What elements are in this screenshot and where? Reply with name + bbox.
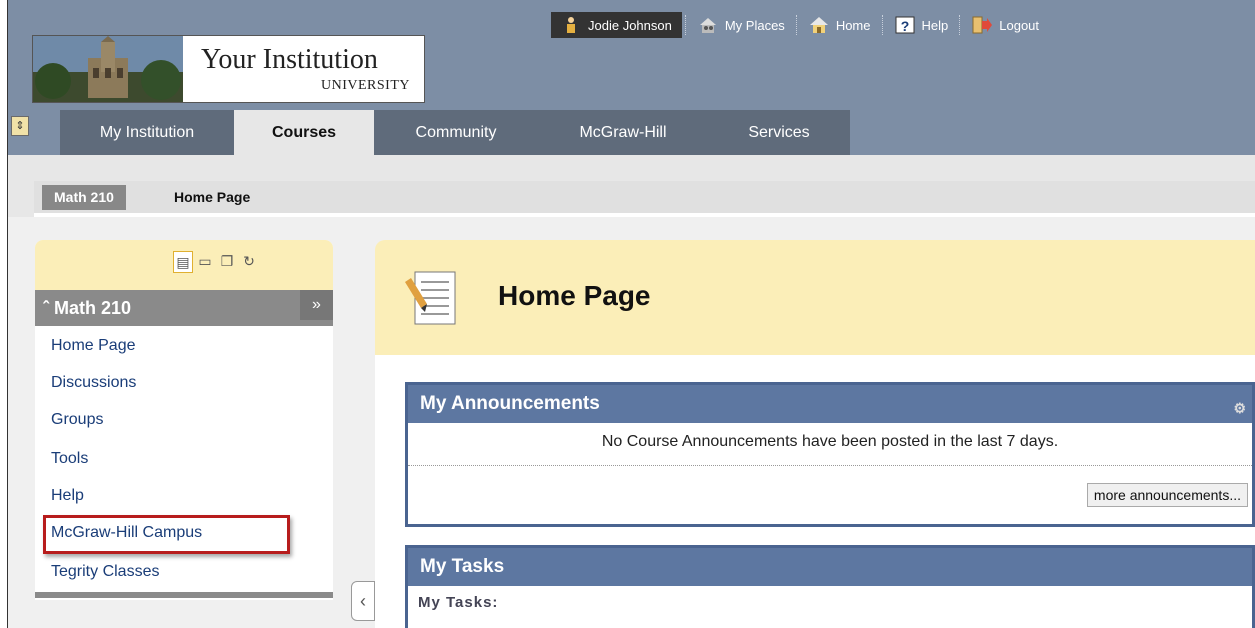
- home-link[interactable]: Home: [801, 12, 879, 38]
- user-menu[interactable]: Jodie Johnson: [551, 12, 682, 38]
- gear-icon[interactable]: ⚙: [1233, 389, 1246, 427]
- highlight-box: [43, 515, 290, 554]
- more-announcements-button[interactable]: more announcements...: [1086, 483, 1248, 507]
- breadcrumb-page: Home Page: [174, 189, 251, 205]
- folder-view-icon[interactable]: ▭: [196, 251, 214, 271]
- institution-name: Your Institution: [201, 44, 378, 75]
- home-icon: [809, 17, 828, 33]
- chevron-up-icon: ˆ: [43, 298, 49, 318]
- app-frame: Your Institution UNIVERSITY Jodie Johnso…: [7, 0, 1255, 628]
- tab-mcgraw-hill[interactable]: McGraw-Hill: [538, 110, 708, 155]
- my-places-link[interactable]: My Places: [690, 12, 793, 38]
- breadcrumb-course[interactable]: Math 210: [42, 185, 126, 210]
- help-icon: ?: [895, 16, 914, 34]
- expand-menu-icon[interactable]: »: [300, 290, 333, 320]
- user-name: Jodie Johnson: [588, 17, 672, 33]
- institution-subtitle: UNIVERSITY: [321, 78, 410, 93]
- nav-item-home-page[interactable]: Home Page: [51, 337, 136, 355]
- course-menu-footer: [35, 592, 333, 598]
- divider: [959, 15, 961, 35]
- user-icon: [567, 17, 575, 33]
- my-places-icon: [699, 18, 716, 33]
- page-document-icon: [405, 271, 456, 325]
- logout-link[interactable]: Logout: [964, 12, 1047, 38]
- nav-item-discussions[interactable]: Discussions: [51, 374, 136, 392]
- announcements-header: My Announcements ⚙: [408, 385, 1252, 423]
- course-menu-header[interactable]: ˆ Math 210 »: [35, 290, 333, 326]
- tasks-header: My Tasks: [408, 548, 1252, 586]
- announcements-module: My Announcements ⚙ No Course Announcemen…: [405, 382, 1255, 527]
- my-places-label: My Places: [724, 17, 785, 33]
- collapse-header-icon[interactable]: ⇕: [11, 116, 29, 136]
- home-label: Home: [835, 17, 871, 33]
- new-window-icon[interactable]: ❐: [218, 251, 236, 271]
- tasks-subtitle: My Tasks:: [418, 594, 499, 611]
- divider: [881, 15, 884, 35]
- refresh-icon[interactable]: ↻: [240, 251, 258, 271]
- tab-courses[interactable]: Courses: [234, 110, 374, 155]
- announcements-title: My Announcements: [420, 393, 600, 414]
- tab-services[interactable]: Services: [708, 110, 850, 155]
- announcements-message: No Course Announcements have been posted…: [408, 423, 1252, 466]
- list-view-icon[interactable]: ▤: [173, 251, 193, 273]
- nav-item-tools[interactable]: Tools: [51, 450, 88, 468]
- divider: [795, 15, 798, 35]
- nav-item-tegrity-classes[interactable]: Tegrity Classes: [51, 563, 159, 581]
- svg-text:?: ?: [900, 18, 909, 34]
- logout-label: Logout: [999, 17, 1040, 33]
- tasks-title: My Tasks: [420, 556, 505, 577]
- nav-item-help[interactable]: Help: [51, 487, 84, 505]
- course-title: ˆ Math 210: [43, 298, 132, 318]
- tab-community[interactable]: Community: [374, 110, 538, 155]
- help-link[interactable]: ? Help: [887, 12, 957, 38]
- tasks-module: My Tasks My Tasks:: [405, 545, 1255, 628]
- help-label: Help: [921, 17, 949, 33]
- campus-photo-icon: [33, 36, 183, 102]
- top-links: Jodie Johnson My Places Home ? Help Logo…: [551, 12, 1047, 38]
- page-title: Home Page: [498, 280, 651, 311]
- collapse-menu-icon[interactable]: ‹: [351, 581, 375, 621]
- tab-my-institution[interactable]: My Institution: [60, 110, 234, 155]
- divider: [684, 15, 687, 35]
- logout-icon: [972, 16, 993, 34]
- nav-item-groups[interactable]: Groups: [51, 411, 103, 429]
- institution-logo[interactable]: Your Institution UNIVERSITY: [32, 35, 425, 103]
